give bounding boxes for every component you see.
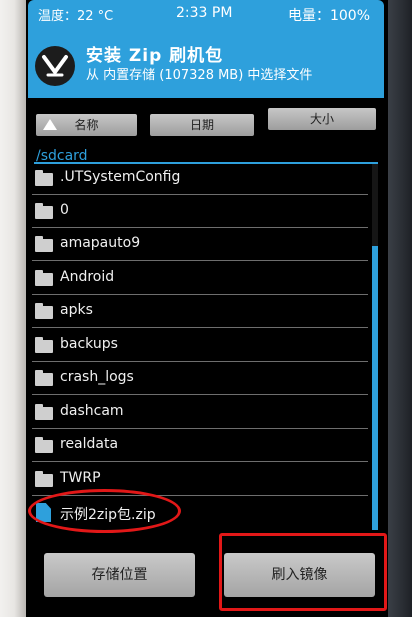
- list-item-label: .UTSystemConfig: [60, 169, 181, 185]
- scrollbar-thumb[interactable]: [372, 246, 378, 530]
- list-item-label: dashcam: [60, 403, 124, 419]
- folder-icon: [35, 370, 53, 386]
- background-left-edge: [0, 0, 26, 617]
- header-bar: 温度：22 °C 2:33 PM 电量：100% 安装 Zip 刷机包 从 内置…: [28, 0, 384, 98]
- sort-by-name-label: 名称: [74, 118, 99, 132]
- list-item[interactable]: dashcam: [26, 396, 376, 429]
- sort-by-size-button[interactable]: 大小: [268, 108, 376, 130]
- list-item-label: apks: [60, 302, 93, 318]
- list-item-label: backups: [60, 336, 118, 352]
- twrp-logo-icon: [35, 46, 75, 86]
- list-item[interactable]: crash_logs: [26, 362, 376, 395]
- folder-icon: [35, 437, 53, 453]
- folder-icon: [35, 170, 53, 186]
- list-item[interactable]: amapauto9: [26, 228, 376, 261]
- list-item-label: crash_logs: [60, 369, 134, 385]
- list-item-label: 0: [60, 202, 69, 218]
- annotation-rectangle: [219, 533, 387, 611]
- background-right-edge: [388, 0, 412, 617]
- sort-by-date-button[interactable]: 日期: [150, 114, 254, 136]
- folder-icon: [35, 471, 53, 487]
- folder-icon: [35, 404, 53, 420]
- page-subtitle: 从 内置存储 (107328 MB) 中选择文件: [86, 68, 313, 83]
- folder-icon: [35, 303, 53, 319]
- annotation-circle: [28, 489, 181, 533]
- folder-icon: [35, 236, 53, 252]
- sort-ascending-icon: [43, 119, 57, 130]
- file-list[interactable]: .UTSystemConfig 0 amapauto9 Android apks…: [26, 164, 382, 534]
- folder-icon: [35, 270, 53, 286]
- list-item[interactable]: realdata: [26, 429, 376, 462]
- list-item[interactable]: .UTSystemConfig: [26, 164, 376, 195]
- folder-icon: [35, 337, 53, 353]
- list-item-label: Android: [60, 269, 115, 285]
- page-title: 安装 Zip 刷机包: [86, 46, 224, 66]
- list-item[interactable]: backups: [26, 329, 376, 362]
- folder-icon: [35, 203, 53, 219]
- status-time: 2:33 PM: [176, 5, 233, 21]
- sort-by-size-label: 大小: [309, 112, 334, 126]
- list-item[interactable]: 0: [26, 195, 376, 228]
- list-item-label: amapauto9: [60, 235, 141, 251]
- status-temperature: 温度：22 °C: [38, 9, 114, 24]
- list-item-label: realdata: [60, 436, 119, 452]
- sort-by-date-label: 日期: [189, 118, 214, 132]
- list-item-label: TWRP: [60, 470, 101, 486]
- status-bar: 温度：22 °C 2:33 PM 电量：100%: [28, 5, 384, 25]
- sort-by-name-button[interactable]: 名称: [36, 114, 137, 136]
- select-storage-button[interactable]: 存储位置: [44, 553, 195, 597]
- list-item[interactable]: apks: [26, 295, 376, 328]
- status-battery: 电量：100%: [287, 8, 370, 24]
- list-item[interactable]: Android: [26, 262, 376, 295]
